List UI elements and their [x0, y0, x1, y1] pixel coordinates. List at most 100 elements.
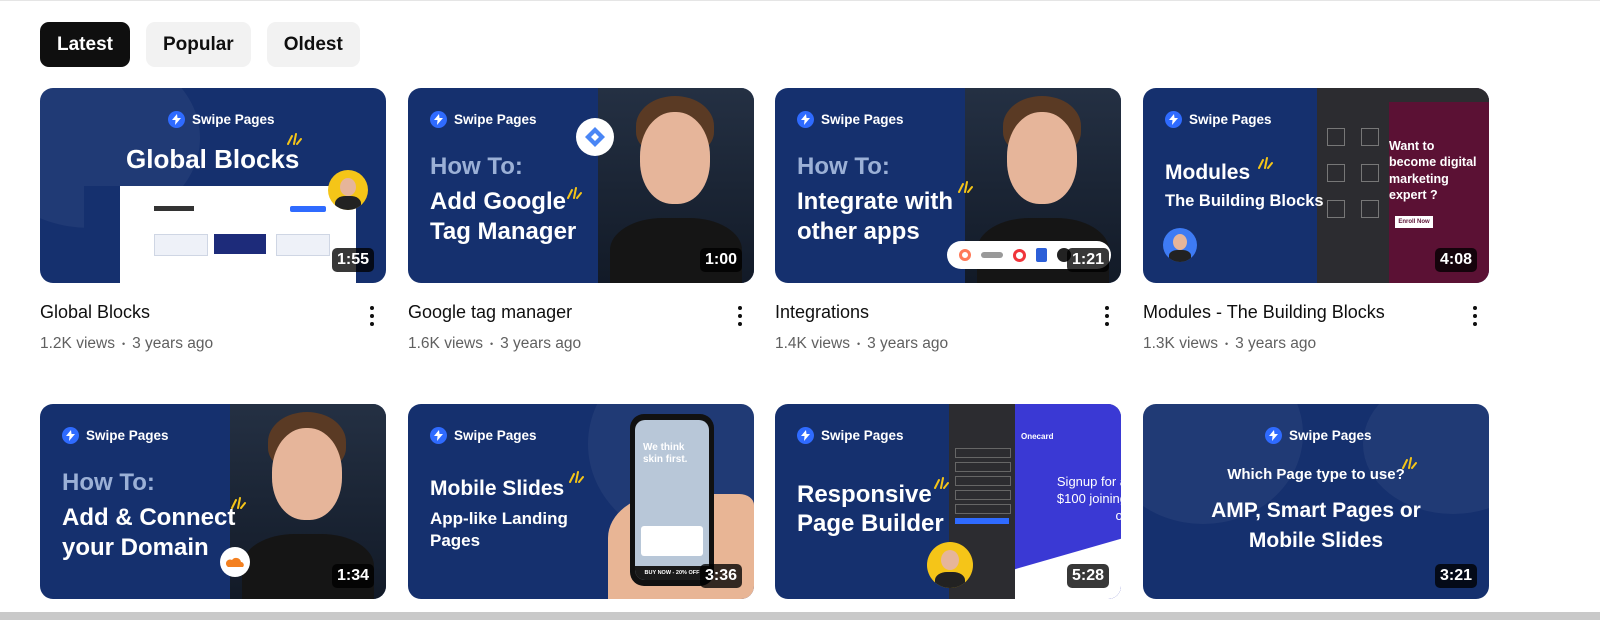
- brand-badge: Swipe Pages: [797, 427, 904, 444]
- chip-oldest[interactable]: Oldest: [266, 22, 360, 67]
- thumb-line: Mobile Slides: [1248, 529, 1384, 553]
- bolt-icon: [430, 427, 447, 444]
- video-card[interactable]: Swipe Pages How To: Integrate with other…: [775, 88, 1121, 371]
- brand-name: Swipe Pages: [192, 112, 275, 127]
- horizontal-scrollbar[interactable]: [0, 612, 1600, 620]
- chip-latest[interactable]: Latest: [40, 22, 130, 67]
- video-card[interactable]: Swipe Pages Which Page type to use? AMP,…: [1143, 404, 1489, 599]
- brand-name: Swipe Pages: [454, 428, 537, 443]
- video-thumbnail[interactable]: Swipe Pages Global Blocks 1:55: [40, 88, 386, 283]
- video-meta: Google tag manager 1.6K views • 3 years …: [408, 301, 754, 371]
- duration-badge: 1:00: [699, 248, 742, 272]
- bolt-icon: [168, 111, 185, 128]
- upload-age: 3 years ago: [132, 335, 214, 352]
- upload-age: 3 years ago: [1235, 335, 1317, 352]
- video-stats: 1.4K views • 3 years ago: [775, 335, 1121, 353]
- thumb-headline: Mobile Slides App-like Landing Pages: [430, 476, 590, 552]
- brand-name: Swipe Pages: [1189, 112, 1272, 127]
- brand-name: Swipe Pages: [821, 428, 904, 443]
- duration-badge: 4:08: [1434, 248, 1477, 272]
- video-stats: 1.3K views • 3 years ago: [1143, 335, 1489, 353]
- more-options-icon[interactable]: [730, 303, 750, 329]
- spark-icon: [934, 477, 949, 489]
- separator-dot: •: [121, 339, 126, 349]
- spark-icon: [567, 187, 582, 199]
- brand-badge: Swipe Pages: [1265, 427, 1372, 444]
- video-title[interactable]: Integrations: [775, 301, 1121, 323]
- preview-brand: Onecard: [1021, 432, 1054, 441]
- duration-badge: 3:21: [1434, 564, 1477, 588]
- thumb-line: your Domain: [62, 533, 209, 561]
- upload-age: 3 years ago: [500, 335, 582, 352]
- spark-icon: [958, 181, 973, 193]
- thumb-line: Global Blocks: [126, 144, 300, 174]
- video-thumbnail[interactable]: Swipe Pages How To: Add Google Tag Manag…: [408, 88, 754, 283]
- bolt-icon: [430, 111, 447, 128]
- thumb-line: The Building Blocks: [1165, 191, 1324, 210]
- thumb-headline: Global Blocks: [126, 144, 299, 176]
- video-card[interactable]: Swipe Pages Global Blocks 1:55 Global Bl…: [40, 88, 386, 371]
- bolt-icon: [797, 427, 814, 444]
- video-stats: 1.6K views • 3 years ago: [408, 335, 754, 353]
- cloudflare-icon: [220, 547, 250, 577]
- video-thumbnail[interactable]: Swipe Pages Which Page type to use? AMP,…: [1143, 404, 1489, 599]
- thumb-line: Page Builder: [797, 510, 944, 538]
- video-title[interactable]: Global Blocks: [40, 301, 386, 323]
- video-card[interactable]: Swipe Pages How To: Add Google Tag Manag…: [408, 88, 754, 371]
- video-stats: 1.2K views • 3 years ago: [40, 335, 386, 353]
- preview-text: Signup for a $100 joining or: [1056, 474, 1121, 523]
- hubspot-icon: [959, 249, 971, 261]
- video-card[interactable]: Want to become digital marketing expert …: [1143, 88, 1489, 371]
- video-thumbnail[interactable]: Onecard Signup for a $100 joining or Swi…: [775, 404, 1121, 599]
- thumb-headline: How To: Add Google Tag Manager: [430, 152, 576, 246]
- thumb-headline: How To: Integrate with other apps: [797, 152, 953, 246]
- duration-badge: 1:34: [331, 564, 374, 588]
- video-card[interactable]: We think skin first. BUY NOW - 20% OFF S…: [408, 404, 754, 599]
- view-count: 1.6K views: [408, 335, 483, 352]
- brand-name: Swipe Pages: [86, 428, 169, 443]
- thumb-headline: AMP, Smart Pages or Mobile Slides: [1143, 496, 1489, 557]
- phone-banner: BUY NOW - 20% OFF: [635, 566, 709, 580]
- spark-icon: [1258, 157, 1273, 169]
- thumb-headline: Modules The Building Blocks: [1165, 160, 1324, 211]
- more-options-icon[interactable]: [362, 303, 382, 329]
- integration-icon: [981, 252, 1003, 258]
- video-thumbnail[interactable]: Want to become digital marketing expert …: [1143, 88, 1489, 283]
- view-count: 1.3K views: [1143, 335, 1218, 352]
- thumb-line: Mobile Slides: [430, 477, 565, 500]
- editor-module-panel: [1317, 88, 1389, 283]
- thumb-subtitle: Which Page type to use?: [1227, 466, 1405, 483]
- tag-manager-icon: [576, 118, 614, 156]
- brand-badge: Swipe Pages: [1165, 111, 1272, 128]
- preview-headline: Want to become digital marketing expert …: [1389, 139, 1477, 202]
- bolt-icon: [1265, 427, 1282, 444]
- presenter-avatar: [1163, 228, 1197, 262]
- more-options-icon[interactable]: [1097, 303, 1117, 329]
- phone-text: We think skin first.: [643, 442, 688, 465]
- filter-chips: Latest Popular Oldest: [40, 22, 360, 67]
- video-thumbnail[interactable]: Swipe Pages How To: Integrate with other…: [775, 88, 1121, 283]
- thumb-line: Add Google: [430, 188, 566, 216]
- thumb-headline: How To: Add & Connect your Domain: [62, 468, 235, 562]
- brand-badge: Swipe Pages: [430, 427, 537, 444]
- video-card[interactable]: Onecard Signup for a $100 joining or Swi…: [775, 404, 1121, 599]
- video-card[interactable]: Swipe Pages How To: Add & Connect your D…: [40, 404, 386, 599]
- video-thumbnail[interactable]: We think skin first. BUY NOW - 20% OFF S…: [408, 404, 754, 599]
- video-meta: Global Blocks 1.2K views • 3 years ago: [40, 301, 386, 371]
- separator-dot: •: [856, 339, 861, 349]
- thumb-line: other apps: [797, 217, 920, 245]
- thumb-line: Modules: [1165, 161, 1251, 184]
- more-options-icon[interactable]: [1465, 303, 1485, 329]
- separator-dot: •: [489, 339, 494, 349]
- separator-dot: •: [1224, 339, 1229, 349]
- duration-badge: 5:28: [1066, 564, 1109, 588]
- presenter-avatar: [328, 170, 368, 210]
- video-thumbnail[interactable]: Swipe Pages How To: Add & Connect your D…: [40, 404, 386, 599]
- video-title[interactable]: Google tag manager: [408, 301, 754, 323]
- brand-badge: Swipe Pages: [430, 111, 537, 128]
- thumb-line: Tag Manager: [430, 217, 577, 245]
- video-meta: Integrations 1.4K views • 3 years ago: [775, 301, 1121, 371]
- presenter-avatar: [927, 542, 973, 588]
- chip-popular[interactable]: Popular: [145, 22, 251, 67]
- video-title[interactable]: Modules - The Building Blocks: [1143, 301, 1489, 323]
